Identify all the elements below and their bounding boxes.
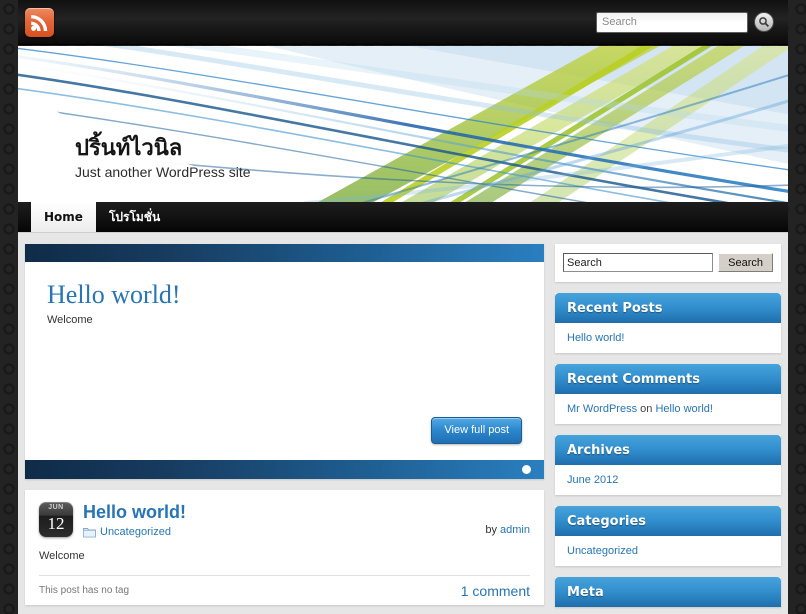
page-frame: ปริ้นท์ไวนิล Just another WordPress site… xyxy=(0,0,806,614)
recent-post-link[interactable]: Hello world! xyxy=(567,332,624,344)
site-title[interactable]: ปริ้นท์ไวนิล xyxy=(75,136,251,162)
folder-icon xyxy=(83,527,96,537)
archive-month-link[interactable]: June 2012 xyxy=(567,474,618,486)
slide-excerpt: Welcome xyxy=(47,314,93,326)
post-entry: JUN 12 Hello world! Uncategorized by adm… xyxy=(25,490,544,605)
sidebar-search-form: Search xyxy=(555,244,781,282)
widget-categories: Categories Uncategorized xyxy=(555,506,781,566)
slider-top-bar xyxy=(25,244,544,262)
list-item: June 2012 xyxy=(567,465,769,495)
rss-feed-icon[interactable] xyxy=(25,8,54,37)
top-search-form xyxy=(596,11,774,33)
slide-title[interactable]: Hello world! xyxy=(47,280,522,310)
comment-post-link[interactable]: Hello world! xyxy=(655,403,712,415)
site-tagline: Just another WordPress site xyxy=(75,164,251,180)
widget-search: Search xyxy=(555,244,781,282)
post-title[interactable]: Hello world! xyxy=(83,502,186,522)
content-area: Hello world! Welcome View full post JUN … xyxy=(18,232,788,614)
search-submit-button[interactable] xyxy=(754,12,774,32)
sidebar: Search Recent Posts Hello world! Recent … xyxy=(555,244,781,614)
widget-meta: Meta xyxy=(555,577,781,607)
category-link[interactable]: Uncategorized xyxy=(567,545,638,557)
recent-comments-list: Mr WordPress on Hello world! xyxy=(555,394,781,424)
view-full-post-button[interactable]: View full post xyxy=(431,417,522,444)
recent-posts-list: Hello world! xyxy=(555,323,781,353)
post-author-prefix: by xyxy=(485,524,497,536)
sidebar-search-button[interactable]: Search xyxy=(718,253,773,272)
post-author-name[interactable]: admin xyxy=(500,524,530,536)
widget-title-archives: Archives xyxy=(555,435,781,465)
widget-title-recent-posts: Recent Posts xyxy=(555,293,781,323)
sidebar-search-input[interactable] xyxy=(563,253,714,272)
post-date-month: JUN xyxy=(48,504,64,511)
search-input[interactable] xyxy=(596,11,748,33)
widget-title-categories: Categories xyxy=(555,506,781,536)
main-navigation: Home โปรโมชั่น xyxy=(18,202,788,232)
widget-title-recent-comments: Recent Comments xyxy=(555,364,781,394)
magnifier-icon xyxy=(759,17,770,28)
slider-slide: Hello world! Welcome View full post xyxy=(25,262,544,460)
widget-recent-comments: Recent Comments Mr WordPress on Hello wo… xyxy=(555,364,781,424)
list-item: Hello world! xyxy=(567,323,769,353)
post-category-link[interactable]: Uncategorized xyxy=(100,526,171,538)
list-item: Uncategorized xyxy=(567,536,769,566)
top-bar xyxy=(18,0,788,45)
main-column: Hello world! Welcome View full post JUN … xyxy=(25,244,544,605)
post-header: JUN 12 Hello world! Uncategorized by adm… xyxy=(39,502,530,538)
post-footer: This post has no tag 1 comment xyxy=(39,575,530,605)
slider-pagination-dot[interactable] xyxy=(522,465,531,474)
slider-bottom-bar xyxy=(25,460,544,479)
post-heading-group: Hello world! Uncategorized xyxy=(83,502,186,538)
widget-archives: Archives June 2012 xyxy=(555,435,781,495)
post-tags-text: This post has no tag xyxy=(39,585,130,596)
featured-slider: Hello world! Welcome View full post xyxy=(25,244,544,479)
comment-author-link[interactable]: Mr WordPress xyxy=(567,403,637,415)
nav-item-promotion[interactable]: โปรโมชั่น xyxy=(96,202,173,232)
nav-item-home[interactable]: Home xyxy=(31,202,96,232)
comment-separator: on xyxy=(640,403,653,415)
categories-list: Uncategorized xyxy=(555,536,781,566)
widget-recent-posts: Recent Posts Hello world! xyxy=(555,293,781,353)
post-date-badge: JUN 12 xyxy=(39,502,73,537)
post-body: Welcome xyxy=(39,550,85,562)
post-date-day: 12 xyxy=(47,514,65,533)
archives-list: June 2012 xyxy=(555,465,781,495)
nav-list: Home โปรโมชั่น xyxy=(18,202,788,232)
header-banner: ปริ้นท์ไวนิล Just another WordPress site xyxy=(18,46,788,202)
post-comments-link[interactable]: 1 comment xyxy=(461,583,530,599)
rss-glyph xyxy=(31,15,48,31)
widget-title-meta: Meta xyxy=(555,577,781,607)
list-item: Mr WordPress on Hello world! xyxy=(567,394,769,424)
post-meta: Uncategorized xyxy=(83,526,186,538)
post-author: by admin xyxy=(485,524,530,536)
site-branding: ปริ้นท์ไวนิล Just another WordPress site xyxy=(75,136,251,181)
